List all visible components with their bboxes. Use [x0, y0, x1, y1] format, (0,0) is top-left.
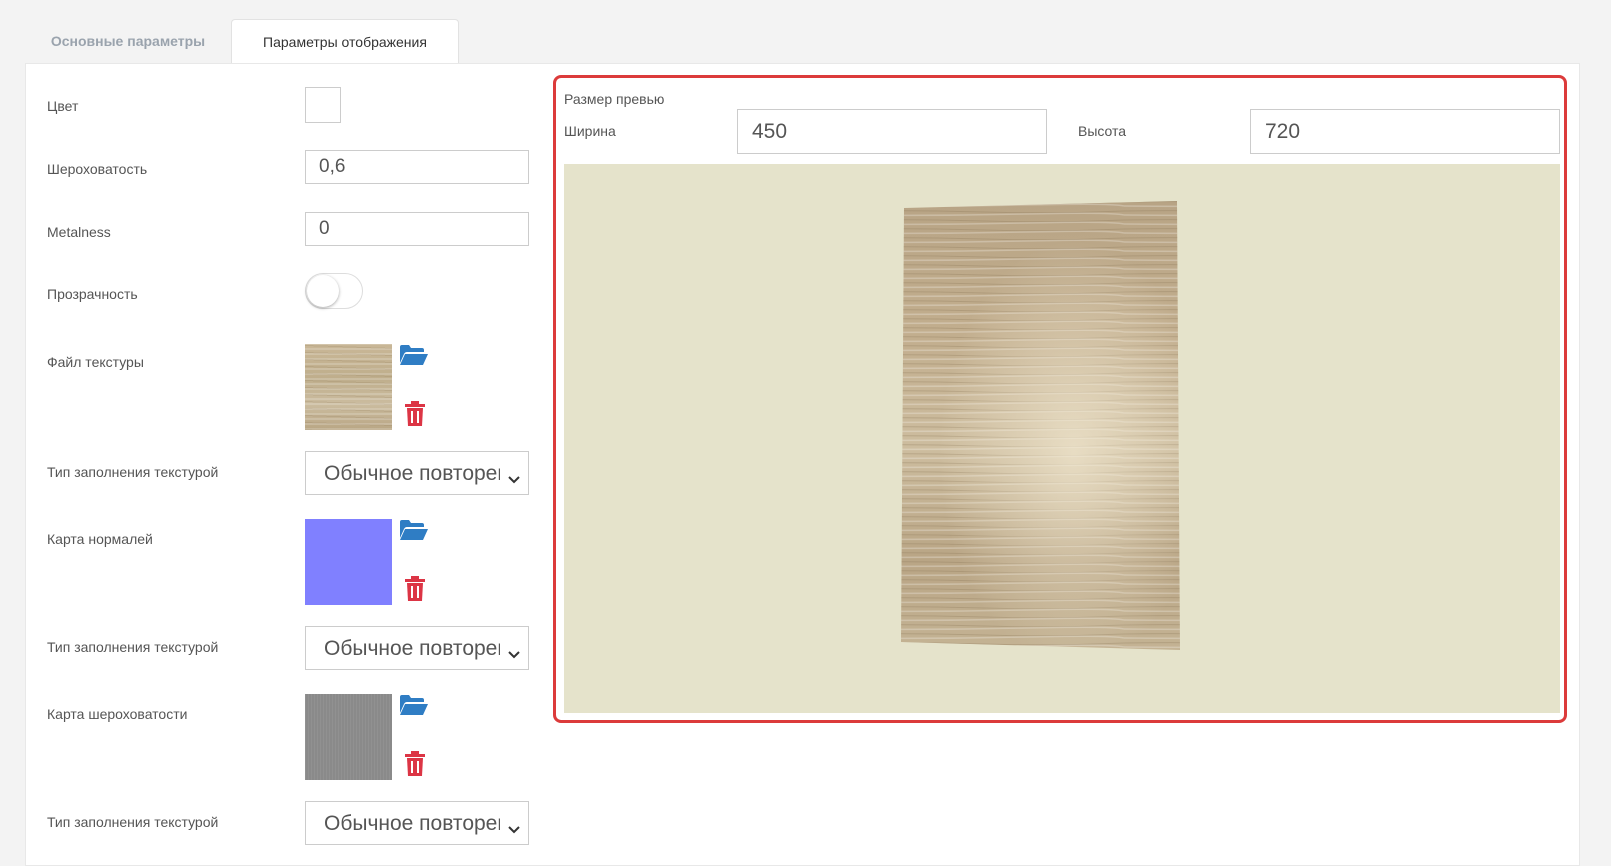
roughness-map-thumbnail — [305, 694, 392, 780]
texture-fill-label: Тип заполнения текстурой — [47, 464, 219, 480]
texture-fill-select[interactable]: Обычное повторение — [305, 451, 529, 495]
metalness-input[interactable] — [305, 212, 529, 246]
trash-icon[interactable] — [404, 401, 434, 427]
transparency-label: Прозрачность — [47, 286, 138, 302]
metalness-label: Metalness — [47, 224, 111, 240]
texture-fill-select[interactable]: Обычное повторение — [305, 801, 529, 845]
chevron-down-icon — [508, 817, 520, 841]
select-value: Обычное повторение — [324, 812, 500, 835]
color-label: Цвет — [47, 98, 79, 114]
color-picker[interactable] — [305, 87, 341, 123]
preview-width-input[interactable] — [737, 109, 1047, 154]
texture-fill-label: Тип заполнения текстурой — [47, 639, 219, 655]
texture-fill-select[interactable]: Обычное повторение — [305, 626, 529, 670]
folder-open-icon[interactable] — [399, 343, 429, 369]
select-value: Обычное повторение — [324, 637, 500, 660]
roughness-input[interactable] — [305, 150, 529, 184]
texture-file-label: Файл текстуры — [47, 354, 144, 370]
preview-panel: Размер превью Ширина Высота — [553, 75, 1567, 723]
chevron-down-icon — [508, 467, 520, 491]
preview-size-title: Размер превью — [564, 91, 665, 107]
folder-open-icon[interactable] — [399, 693, 429, 719]
preview-width-label: Ширина — [564, 123, 616, 139]
wood-panel-preview — [901, 201, 1180, 650]
trash-icon[interactable] — [404, 751, 434, 777]
tab-display-params[interactable]: Параметры отображения — [231, 19, 459, 64]
preview-height-label: Высота — [1078, 123, 1127, 139]
trash-icon[interactable] — [404, 576, 434, 602]
transparency-toggle[interactable] — [305, 273, 363, 309]
texture-fill-label: Тип заполнения текстурой — [47, 814, 219, 830]
roughness-map-label: Карта шероховатости — [47, 706, 188, 722]
select-value: Обычное повторение — [324, 462, 500, 485]
normal-map-label: Карта нормалей — [47, 531, 153, 547]
texture-thumbnail — [305, 344, 392, 430]
roughness-label: Шероховатость — [47, 161, 148, 177]
preview-canvas[interactable] — [564, 164, 1560, 713]
toggle-knob — [307, 275, 339, 307]
folder-open-icon[interactable] — [399, 518, 429, 544]
preview-height-input[interactable] — [1250, 109, 1560, 154]
normal-map-thumbnail — [305, 519, 392, 605]
tab-main-params[interactable]: Основные параметры — [25, 19, 231, 63]
chevron-down-icon — [508, 642, 520, 666]
